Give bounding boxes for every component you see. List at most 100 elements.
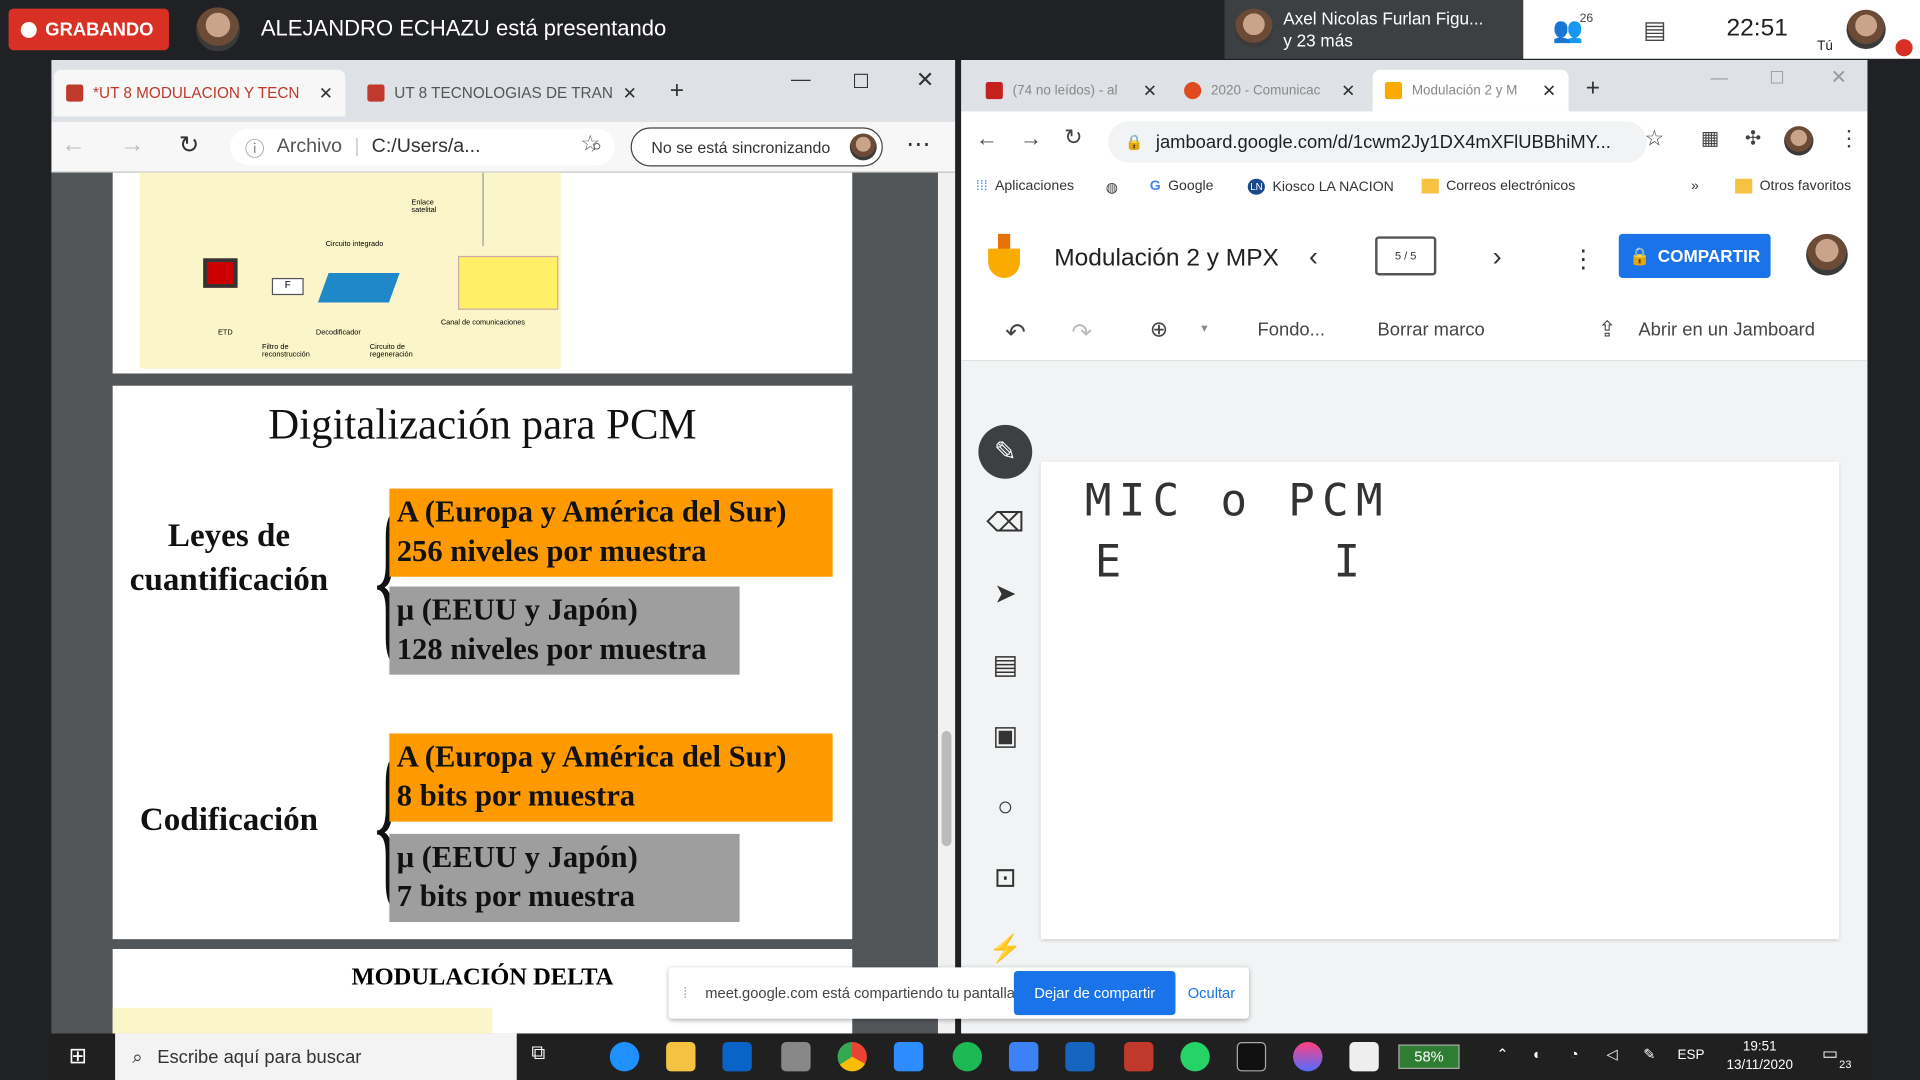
- spotify-icon[interactable]: [952, 1042, 983, 1072]
- tab-pdf-2[interactable]: UT 8 TECNOLOGIAS DE TRAN ✕: [355, 70, 649, 117]
- share-button[interactable]: 🔒 COMPARTIR: [1618, 233, 1771, 278]
- open-jamboard-icon[interactable]: ⇪: [1598, 317, 1616, 343]
- globe-icon[interactable]: ◍: [1106, 179, 1118, 196]
- more-menu-icon[interactable]: ⋮: [1571, 244, 1595, 275]
- jam-title[interactable]: Modulación 2 y MPX: [1054, 245, 1279, 273]
- frame-counter[interactable]: 5 / 5: [1375, 236, 1437, 276]
- battery-meter[interactable]: 58%: [1398, 1044, 1460, 1069]
- maximize-icon[interactable]: ☐: [852, 70, 870, 94]
- taskbar-search[interactable]: ⌕ Escribe aquí para buscar: [115, 1033, 517, 1080]
- drag-handle-icon[interactable]: ⁞: [683, 984, 687, 1001]
- bookmark-otros[interactable]: Otros favoritos: [1735, 178, 1851, 194]
- zoom-icon[interactable]: ⊕: [1150, 317, 1168, 343]
- background-button[interactable]: Fondo...: [1258, 320, 1325, 341]
- maximize-icon[interactable]: ☐: [1769, 67, 1784, 88]
- language-indicator[interactable]: ESP: [1678, 1048, 1705, 1063]
- file-explorer-icon[interactable]: [666, 1042, 696, 1072]
- stop-sharing-button[interactable]: Dejar de compartir: [1013, 971, 1176, 1016]
- url-field[interactable]: ⓘ Archivo | C:/Users/a... ⌕: [230, 128, 615, 166]
- prev-frame-icon[interactable]: ‹: [1309, 241, 1318, 273]
- chrome-icon[interactable]: [837, 1042, 867, 1072]
- system-clock[interactable]: 19:51 13/11/2020: [1727, 1038, 1793, 1075]
- clear-frame-button[interactable]: Borrar marco: [1378, 320, 1485, 341]
- bookmark-star-icon[interactable]: ☆: [1644, 126, 1664, 152]
- filezilla-icon[interactable]: [1124, 1042, 1154, 1072]
- close-tab-icon[interactable]: ✕: [1143, 80, 1170, 101]
- bookmark-apps[interactable]: ⁞⁞⁞ Aplicaciones: [976, 179, 1074, 194]
- network-icon[interactable]: ◐: [1533, 1046, 1542, 1063]
- pen-tray-icon[interactable]: ✎: [1643, 1046, 1655, 1063]
- new-tab-icon[interactable]: +: [1586, 75, 1600, 103]
- lock-icon: 🔒: [1125, 133, 1144, 151]
- pdf-scrollbar[interactable]: [937, 172, 956, 1034]
- minimize-icon[interactable]: —: [1711, 67, 1728, 87]
- launcher-icon[interactable]: [1008, 1042, 1039, 1072]
- tab-pdf-active[interactable]: *UT 8 MODULACION Y TECN ✕: [53, 69, 346, 117]
- wifi-icon[interactable]: ◔: [1570, 1046, 1579, 1063]
- open-in-jamboard-button[interactable]: Abrir en un Jamboard: [1638, 320, 1815, 341]
- chat-icon[interactable]: ▤: [1643, 15, 1666, 46]
- whatsapp-icon[interactable]: [1180, 1042, 1210, 1072]
- account-avatar[interactable]: [1806, 233, 1848, 276]
- more-options-icon[interactable]: ⋯: [906, 129, 930, 160]
- text-box-icon[interactable]: ⊡: [978, 851, 1032, 905]
- jam-frame[interactable]: MIC o PCM E I: [1040, 461, 1840, 940]
- zoom-dropdown-icon[interactable]: ▾: [1201, 322, 1207, 335]
- close-tab-icon[interactable]: ✕: [1341, 80, 1368, 101]
- tab-jamboard[interactable]: Modulación 2 y M ✕: [1372, 69, 1569, 112]
- app-icon[interactable]: [781, 1042, 811, 1072]
- tab-gmail[interactable]: (74 no leídos) - al ✕: [973, 70, 1169, 112]
- forward-icon[interactable]: →: [120, 131, 144, 159]
- back-icon[interactable]: ←: [61, 131, 85, 159]
- pen-tool-icon[interactable]: ✎: [978, 424, 1033, 479]
- task-view-icon[interactable]: ⧉: [531, 1043, 545, 1065]
- back-icon[interactable]: ←: [976, 126, 998, 152]
- scrollbar-thumb[interactable]: [941, 731, 952, 847]
- outlook-icon[interactable]: [722, 1042, 752, 1072]
- edge-icon[interactable]: [609, 1042, 640, 1072]
- menu-icon[interactable]: ⋮: [1838, 126, 1860, 152]
- terminal-icon[interactable]: [1236, 1042, 1267, 1072]
- more-bookmarks-icon[interactable]: »: [1691, 179, 1699, 194]
- reload-icon[interactable]: ↻: [179, 130, 200, 161]
- minimize-icon[interactable]: —: [791, 70, 811, 92]
- sticky-note-icon[interactable]: ▤: [978, 638, 1032, 692]
- bookmark-google[interactable]: G Google: [1150, 179, 1214, 194]
- forward-icon[interactable]: →: [1020, 126, 1042, 152]
- self-avatar[interactable]: [1846, 9, 1886, 49]
- close-window-icon[interactable]: ✕: [1831, 65, 1847, 89]
- bookmark-correos[interactable]: Correos electrónicos: [1421, 178, 1575, 194]
- profile-avatar[interactable]: [1784, 126, 1814, 156]
- select-tool-icon[interactable]: ➤: [978, 567, 1032, 621]
- mail-icon[interactable]: [1065, 1042, 1095, 1072]
- next-frame-icon[interactable]: ›: [1493, 241, 1502, 273]
- close-tab-icon[interactable]: ✕: [319, 83, 346, 104]
- extension-grid-icon[interactable]: ▦: [1701, 126, 1720, 150]
- bookmark-kiosco[interactable]: LN Kiosco LA NACION: [1247, 178, 1394, 195]
- undo-icon[interactable]: ↶: [1005, 317, 1026, 348]
- new-tab-icon[interactable]: +: [670, 77, 684, 105]
- volume-icon[interactable]: ◁: [1607, 1046, 1618, 1063]
- tray-up-icon[interactable]: ⌃: [1496, 1046, 1508, 1063]
- windows-start-icon[interactable]: ⊞: [69, 1043, 87, 1069]
- puzzle-icon[interactable]: ✣: [1745, 126, 1761, 150]
- notifications-icon[interactable]: ▭: [1822, 1043, 1838, 1064]
- close-tab-icon[interactable]: ✕: [1542, 80, 1569, 101]
- hide-button[interactable]: Ocultar: [1188, 984, 1235, 1001]
- url-field[interactable]: 🔒 jamboard.google.com/d/1cwm2Jy1DX4mXFlUB…: [1108, 121, 1647, 163]
- sync-button[interactable]: No se está sincronizando: [630, 127, 883, 167]
- app-color-icon[interactable]: [1293, 1042, 1323, 1072]
- favorite-star-icon[interactable]: ☆: [580, 131, 600, 157]
- pdf-viewer[interactable]: F Enlace satelital Circuito integrado De…: [51, 172, 956, 1034]
- close-window-icon[interactable]: ✕: [916, 67, 934, 93]
- zoom-app-icon[interactable]: [893, 1042, 924, 1072]
- shape-tool-icon[interactable]: ○: [978, 780, 1032, 834]
- redo-icon[interactable]: ↷: [1071, 317, 1092, 348]
- eraser-tool-icon[interactable]: ⌫: [978, 496, 1032, 550]
- close-tab-icon[interactable]: ✕: [623, 83, 649, 104]
- jamboard-taskbar-icon[interactable]: [1349, 1042, 1379, 1072]
- reload-icon[interactable]: ↻: [1064, 125, 1082, 151]
- people-icon[interactable]: 👥: [1553, 15, 1583, 46]
- image-tool-icon[interactable]: ▣: [978, 709, 1032, 763]
- tab-comunicaciones[interactable]: 2020 - Comunicac ✕: [1172, 70, 1368, 112]
